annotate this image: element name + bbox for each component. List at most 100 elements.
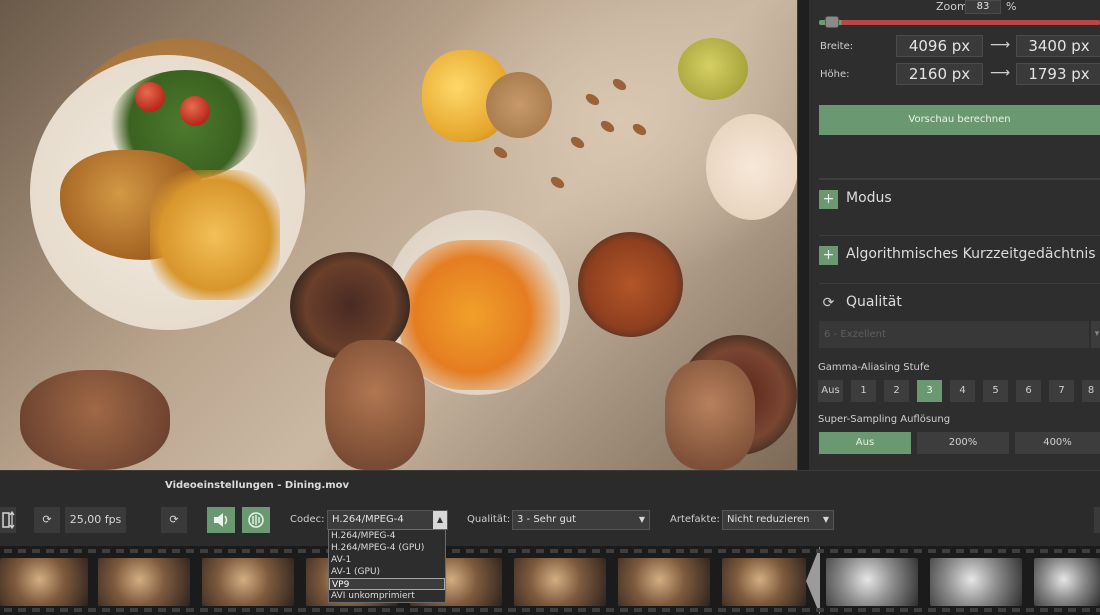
film-sprocket — [956, 608, 964, 612]
gamma-option-3[interactable]: 3 — [917, 380, 942, 402]
film-sprocket — [284, 549, 292, 553]
film-sprocket — [788, 549, 796, 553]
film-sprocket — [88, 549, 96, 553]
film-sprocket — [872, 549, 880, 553]
gamma-option-4[interactable]: 4 — [950, 380, 975, 402]
refresh-icon[interactable]: ⟳ — [34, 507, 60, 533]
compute-preview-button[interactable]: Vorschau berechnen — [819, 105, 1100, 135]
film-sprocket — [116, 549, 124, 553]
codec-option[interactable]: H.264/MPEG-4 — [329, 530, 445, 542]
zoom-input[interactable]: 83 — [965, 0, 1001, 14]
width-label: Breite: — [820, 41, 854, 52]
almond — [630, 121, 649, 138]
film-sprocket — [1082, 549, 1090, 553]
almond — [548, 174, 567, 191]
film-sprocket — [368, 608, 376, 612]
film-sprocket — [88, 608, 96, 612]
gamma-option-1[interactable]: 1 — [851, 380, 876, 402]
width-target-input[interactable]: 3400 px — [1016, 35, 1100, 57]
video-quality-select[interactable]: 3 - Sehr gut ▼ — [512, 510, 650, 530]
codec-option[interactable]: AV-1 (GPU) — [329, 566, 445, 578]
fps-display[interactable]: 25,00 fps — [65, 507, 126, 533]
codec-select[interactable]: H.264/MPEG-4 ▲ — [327, 510, 448, 530]
film-sprocket — [312, 608, 320, 612]
film-sprocket — [102, 608, 110, 612]
section-memory[interactable]: + Algorithmisches Kurzzeitgedächtnis — [819, 235, 1100, 277]
quality-select[interactable]: 6 - Exzellent — [819, 321, 1089, 348]
panel-splitter[interactable] — [797, 0, 809, 470]
film-sprocket — [592, 549, 600, 553]
film-sprocket — [298, 549, 306, 553]
codec-option-highlighted[interactable]: VP9 — [329, 578, 445, 590]
film-sprocket — [1068, 549, 1076, 553]
codec-dropdown-list[interactable]: H.264/MPEG-4 H.264/MPEG-4 (GPU) AV-1 AV-… — [328, 529, 446, 603]
section-mode[interactable]: + Modus — [819, 178, 1100, 220]
filmstrip[interactable] — [0, 546, 1100, 615]
film-frame[interactable] — [514, 558, 606, 606]
plus-icon[interactable]: + — [819, 246, 838, 265]
film-sprocket — [410, 608, 418, 612]
supersampling-option-200[interactable]: 200% — [917, 432, 1009, 454]
film-frame-preview[interactable] — [1034, 558, 1100, 606]
section-quality[interactable]: ⟳ Qualität — [819, 283, 1100, 325]
speaker-icon[interactable] — [207, 507, 235, 533]
zoom-slider[interactable] — [819, 20, 1100, 25]
playhead-marker[interactable] — [806, 546, 820, 615]
settings-panel: Zoom 83 % Breite: 4096 px ⟶ 3400 px Höhe… — [809, 0, 1100, 470]
arrow-right-icon: ⟶ — [990, 65, 1011, 81]
gamma-option-8[interactable]: 8 — [1082, 380, 1100, 402]
gamma-option-7[interactable]: 7 — [1049, 380, 1074, 402]
gamma-option-6[interactable]: 6 — [1016, 380, 1041, 402]
film-frame[interactable] — [618, 558, 710, 606]
supersampling-option-aus[interactable]: Aus — [819, 432, 911, 454]
chevron-down-icon[interactable]: ▾ — [1091, 321, 1100, 348]
plus-icon[interactable]: + — [819, 190, 838, 209]
film-sprocket — [172, 608, 180, 612]
height-source-input[interactable]: 2160 px — [896, 63, 983, 85]
film-sprocket — [144, 549, 152, 553]
film-frame-preview[interactable] — [930, 558, 1022, 606]
film-frame[interactable] — [98, 558, 190, 606]
quality-label: Qualität: — [467, 514, 511, 525]
codec-option[interactable]: H.264/MPEG-4 (GPU) — [329, 542, 445, 554]
preview-image[interactable] — [0, 0, 797, 470]
film-sprocket — [620, 549, 628, 553]
film-sprocket — [1054, 549, 1062, 553]
film-sprocket — [186, 549, 194, 553]
refresh-icon[interactable]: ⟳ — [819, 294, 838, 313]
film-frame-preview[interactable] — [826, 558, 918, 606]
tomato — [180, 96, 210, 126]
resize-vertical-icon[interactable] — [0, 507, 16, 533]
film-sprocket — [508, 608, 516, 612]
audio-settings-icon[interactable] — [242, 507, 270, 533]
supersampling-option-400[interactable]: 400% — [1015, 432, 1100, 454]
jar-lid — [706, 114, 797, 220]
codec-option[interactable]: AV-1 — [329, 554, 445, 566]
height-target-input[interactable]: 1793 px — [1016, 63, 1100, 85]
film-sprocket — [536, 608, 544, 612]
fries — [150, 170, 280, 300]
gamma-option-5[interactable]: 5 — [983, 380, 1008, 402]
film-sprocket — [928, 608, 936, 612]
film-sprocket — [1068, 608, 1076, 612]
film-sprocket — [844, 608, 852, 612]
film-frame[interactable] — [722, 558, 806, 606]
film-sprocket — [326, 608, 334, 612]
gamma-option-aus[interactable]: Aus — [818, 380, 843, 402]
width-source-input[interactable]: 4096 px — [896, 35, 983, 57]
artifacts-select[interactable]: Nicht reduzieren ▼ — [722, 510, 834, 530]
refresh-icon[interactable]: ⟳ — [161, 507, 187, 533]
film-sprocket — [354, 608, 362, 612]
codec-option[interactable]: AVI unkomprimiert — [329, 590, 445, 602]
film-sprocket — [1026, 549, 1034, 553]
chevron-down-icon[interactable]: ▼ — [635, 511, 649, 529]
gamma-option-2[interactable]: 2 — [884, 380, 909, 402]
film-frame[interactable] — [0, 558, 88, 606]
film-sprocket — [704, 608, 712, 612]
chevron-up-icon[interactable]: ▲ — [433, 511, 447, 529]
vegetables — [400, 240, 560, 390]
zoom-slider-handle[interactable] — [825, 16, 839, 28]
scroll-right-button[interactable] — [1094, 507, 1100, 533]
film-frame[interactable] — [202, 558, 294, 606]
chevron-down-icon[interactable]: ▼ — [819, 511, 833, 529]
